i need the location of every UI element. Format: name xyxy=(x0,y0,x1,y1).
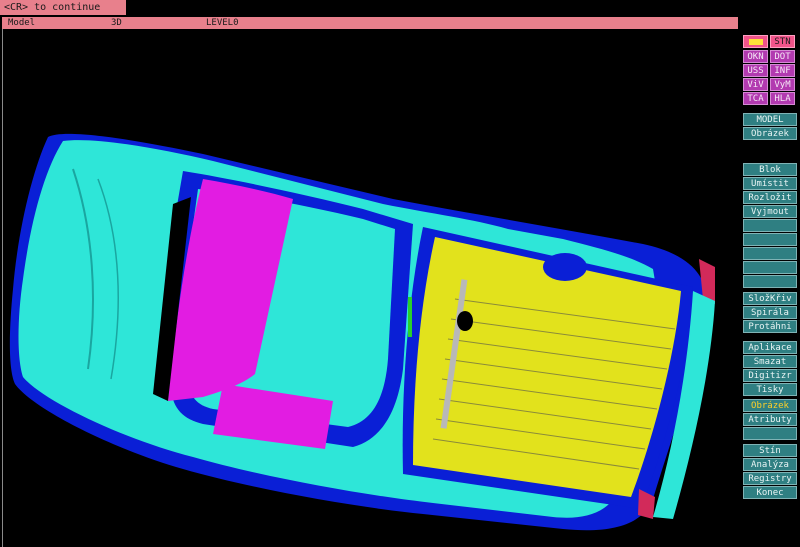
yellow-swatch-icon xyxy=(748,39,763,45)
continue-prompt[interactable]: <CR> to continue xyxy=(0,0,126,15)
viv-button[interactable]: ViV xyxy=(743,78,768,91)
dot-button[interactable]: DOT xyxy=(770,50,795,63)
stin-button[interactable]: Stín xyxy=(743,444,797,457)
trim-strip xyxy=(408,297,412,337)
car-model-render xyxy=(9,133,715,531)
model-menu-header[interactable]: MODEL xyxy=(743,113,797,126)
status-level: LEVEL0 xyxy=(206,18,239,28)
okn-button[interactable]: OKN xyxy=(743,50,768,63)
obrazek-top-button[interactable]: Obrázek xyxy=(743,127,797,140)
umistit-button[interactable]: Umístit xyxy=(743,177,797,190)
color-swatch-button[interactable] xyxy=(743,35,768,48)
model-viewport[interactable] xyxy=(2,29,738,547)
aplikace-button[interactable]: Aplikace xyxy=(743,341,797,354)
empty-slot-5[interactable] xyxy=(743,275,797,288)
tisky-button[interactable]: Tisky xyxy=(743,383,797,396)
blok-button[interactable]: Blok xyxy=(743,163,797,176)
status-bar: Model 3D LEVEL0 xyxy=(2,17,738,29)
uss-button[interactable]: USS xyxy=(743,64,768,77)
protahni-button[interactable]: Protáhni xyxy=(743,320,797,333)
stn-button[interactable]: STN xyxy=(770,35,795,48)
konec-button[interactable]: Konec xyxy=(743,486,797,499)
digitizr-button[interactable]: Digitizr xyxy=(743,369,797,382)
wheel-arch xyxy=(543,253,587,281)
spirala-button[interactable]: Spirála xyxy=(743,306,797,319)
empty-slot-1[interactable] xyxy=(743,219,797,232)
empty-slot-4[interactable] xyxy=(743,261,797,274)
status-mode: Model xyxy=(8,18,36,28)
vym-button[interactable]: VyM xyxy=(770,78,795,91)
empty-slot-2[interactable] xyxy=(743,233,797,246)
slozkriv-button[interactable]: SložKřiv xyxy=(743,292,797,305)
obrazek-selected-button[interactable]: Obrázek xyxy=(743,399,797,412)
smazat-button[interactable]: Smazat xyxy=(743,355,797,368)
rozlozit-button[interactable]: Rozložit xyxy=(743,191,797,204)
empty-slot-6[interactable] xyxy=(743,427,797,440)
hla-button[interactable]: HLA xyxy=(770,92,795,105)
analyza-button[interactable]: Analýza xyxy=(743,458,797,471)
atributy-button[interactable]: Atributy xyxy=(743,413,797,426)
tca-button[interactable]: TCA xyxy=(743,92,768,105)
empty-slot-3[interactable] xyxy=(743,247,797,260)
vyjmout-button[interactable]: Vyjmout xyxy=(743,205,797,218)
inf-button[interactable]: INF xyxy=(770,64,795,77)
bed-hole xyxy=(457,311,473,331)
status-view: 3D xyxy=(111,18,122,28)
registry-button[interactable]: Registry xyxy=(743,472,797,485)
